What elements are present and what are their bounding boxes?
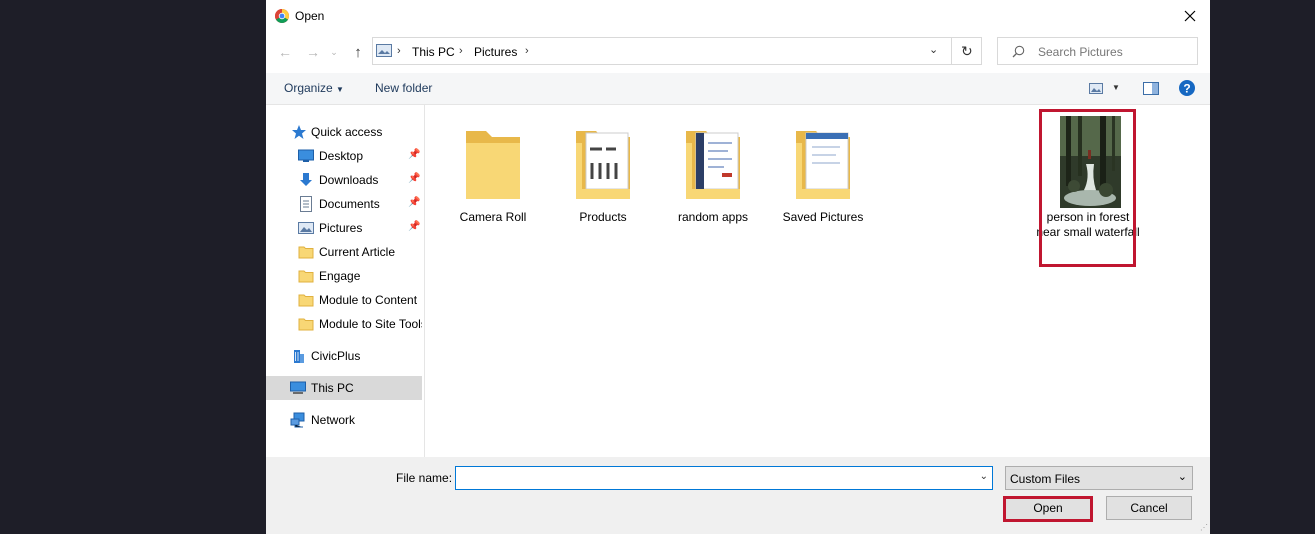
file-item-saved-pictures[interactable]: Saved Pictures bbox=[775, 111, 871, 261]
download-arrow-icon bbox=[300, 173, 312, 186]
dialog-title: Open bbox=[295, 9, 325, 23]
file-list: Camera Roll Products random apps Saved P… bbox=[426, 105, 1210, 457]
breadcrumb-this-pc[interactable]: This PC bbox=[412, 45, 455, 59]
new-folder-button[interactable]: New folder bbox=[375, 81, 432, 95]
close-icon bbox=[1184, 10, 1196, 22]
folder-with-documents-icon bbox=[686, 131, 740, 199]
file-name: Products bbox=[579, 210, 627, 224]
breadcrumb-separator: › bbox=[459, 45, 463, 57]
back-button[interactable]: ← bbox=[275, 42, 295, 62]
documents-icon bbox=[300, 196, 312, 212]
resize-grip-icon[interactable]: ⋰ bbox=[1200, 523, 1208, 532]
folder-with-documents-icon bbox=[576, 131, 630, 199]
folder-icon bbox=[298, 246, 314, 259]
help-icon[interactable]: ? bbox=[1179, 80, 1195, 96]
pin-icon: 📌 bbox=[408, 221, 421, 232]
file-name: Saved Pictures bbox=[782, 210, 864, 224]
folder-icon bbox=[298, 318, 314, 331]
refresh-icon[interactable]: ↻ bbox=[961, 43, 973, 60]
view-options-caret-icon[interactable]: ▼ bbox=[1112, 83, 1120, 92]
close-button[interactable] bbox=[1170, 0, 1210, 32]
desktop-icon bbox=[298, 149, 314, 162]
address-bar[interactable]: › This PC › Pictures › ⌄ ↻ bbox=[372, 37, 982, 65]
file-name-label: File name: bbox=[396, 471, 453, 485]
svg-text:?: ? bbox=[1183, 82, 1190, 96]
forward-arrow-icon: → bbox=[306, 44, 320, 60]
title-bar: Open bbox=[266, 0, 1210, 32]
nav-item-documents[interactable]: Documents 📌 bbox=[266, 192, 422, 216]
file-name-input[interactable]: ⌄ bbox=[455, 466, 993, 490]
breadcrumb-separator: › bbox=[397, 45, 401, 57]
chevron-down-icon: ⌄ bbox=[1177, 471, 1187, 483]
folder-icon bbox=[466, 131, 520, 199]
chevron-down-icon[interactable]: ⌄ bbox=[980, 471, 988, 482]
pictures-icon bbox=[298, 222, 314, 234]
command-bar: Organize ▼ New folder ▼ ? bbox=[266, 73, 1210, 105]
search-placeholder: Search Pictures bbox=[1038, 45, 1123, 59]
star-icon bbox=[292, 125, 306, 139]
open-file-dialog: Open ← → ⌄ ↑ › This PC › Pictures › ⌄ ↻ … bbox=[266, 0, 1210, 534]
folder-icon bbox=[298, 270, 314, 283]
file-name: Camera Roll bbox=[459, 210, 527, 224]
nav-this-pc[interactable]: This PC bbox=[266, 376, 422, 400]
divider bbox=[951, 38, 952, 64]
folder-icon bbox=[298, 294, 314, 307]
chevron-down-icon: ⌄ bbox=[330, 46, 338, 57]
selection-highlight-box bbox=[1039, 109, 1136, 267]
nav-item-engage[interactable]: Engage bbox=[266, 264, 422, 288]
breadcrumb-separator: › bbox=[525, 45, 529, 57]
recent-locations-button[interactable]: ⌄ bbox=[327, 42, 341, 62]
pin-icon: 📌 bbox=[408, 149, 421, 160]
file-item-random-apps[interactable]: random apps bbox=[665, 111, 761, 261]
nav-network[interactable]: Network bbox=[266, 408, 422, 432]
file-item-camera-roll[interactable]: Camera Roll bbox=[445, 111, 541, 261]
chrome-icon bbox=[275, 9, 289, 23]
nav-item-module-to-content[interactable]: Module to Content bbox=[266, 288, 422, 312]
computer-icon bbox=[290, 381, 306, 394]
pin-icon: 📌 bbox=[408, 197, 421, 208]
search-box[interactable]: Search Pictures bbox=[997, 37, 1198, 65]
organize-button[interactable]: Organize ▼ bbox=[284, 81, 344, 95]
back-arrow-icon: ← bbox=[278, 44, 292, 60]
search-icon bbox=[1012, 45, 1025, 58]
nav-civicplus[interactable]: CivicPlus bbox=[266, 344, 422, 368]
file-name: random apps bbox=[677, 210, 749, 224]
preview-pane-icon[interactable] bbox=[1143, 82, 1159, 95]
nav-item-pictures[interactable]: Pictures 📌 bbox=[266, 216, 422, 240]
navigation-pane: Quick access Desktop 📌 Downloads 📌 Docum… bbox=[266, 105, 425, 457]
cancel-button[interactable]: Cancel bbox=[1106, 496, 1192, 520]
up-button[interactable]: ↑ bbox=[348, 42, 368, 62]
breadcrumb-pictures[interactable]: Pictures bbox=[474, 45, 517, 59]
file-item-products[interactable]: Products bbox=[555, 111, 651, 261]
building-icon bbox=[294, 350, 304, 363]
screen: { "dialog": {"title": "Open"}, "address"… bbox=[0, 0, 1315, 534]
nav-item-module-to-site-tools[interactable]: Module to Site Tools bbox=[266, 312, 422, 336]
address-dropdown-icon[interactable]: ⌄ bbox=[929, 43, 938, 56]
open-button-highlight-box bbox=[1003, 496, 1093, 522]
up-arrow-icon: ↑ bbox=[354, 43, 362, 61]
file-type-filter[interactable]: Custom Files ⌄ bbox=[1005, 466, 1193, 490]
change-view-icon[interactable] bbox=[1089, 83, 1103, 94]
forward-button[interactable]: → bbox=[303, 42, 323, 62]
nav-item-current-article[interactable]: Current Article bbox=[266, 240, 422, 264]
nav-quick-access[interactable]: Quick access bbox=[266, 120, 422, 144]
network-icon bbox=[290, 412, 305, 428]
folder-with-documents-icon bbox=[796, 131, 850, 199]
nav-item-desktop[interactable]: Desktop 📌 bbox=[266, 144, 422, 168]
pin-icon: 📌 bbox=[408, 173, 421, 184]
pictures-location-icon bbox=[376, 44, 392, 57]
dropdown-caret-icon: ▼ bbox=[336, 85, 344, 94]
nav-item-downloads[interactable]: Downloads 📌 bbox=[266, 168, 422, 192]
